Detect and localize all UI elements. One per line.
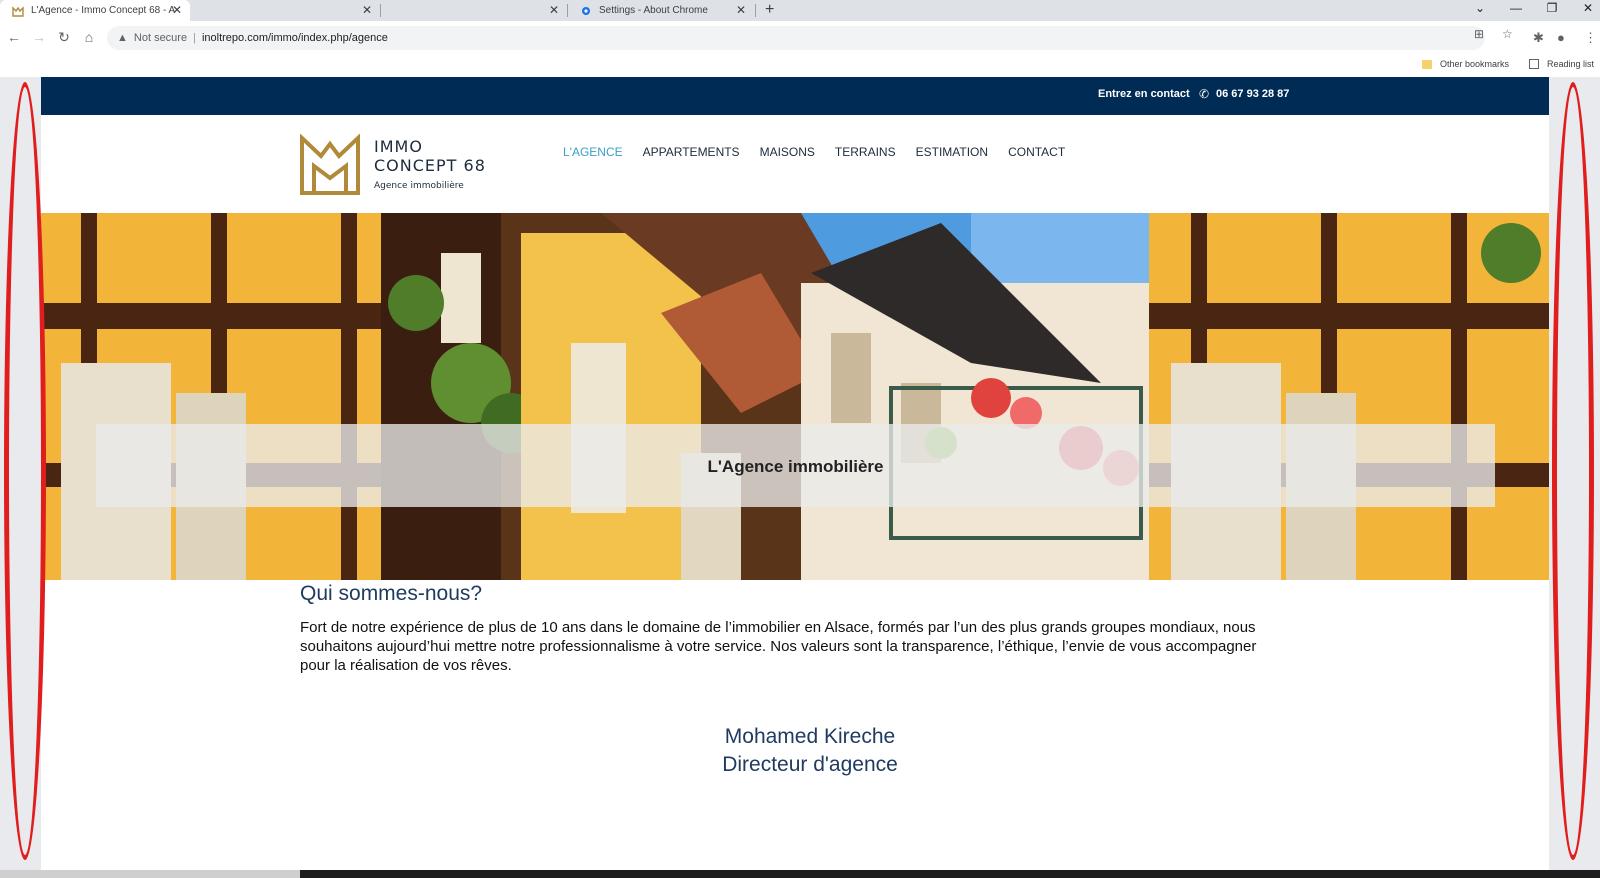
translate-icon[interactable]: ⊞ [1474,27,1484,41]
other-bookmarks[interactable]: Other bookmarks [1422,59,1509,69]
tab-blank-1[interactable]: ✕ [190,0,380,21]
nav-contact[interactable]: CONTACT [1008,145,1065,159]
reading-list-icon [1529,59,1539,69]
menu-icon[interactable]: ⋮ [1584,30,1597,46]
nav-appartements[interactable]: APPARTEMENTS [643,145,740,159]
tab-title: Settings - About Chrome [599,5,708,16]
gear-icon [580,5,592,17]
nav-agence[interactable]: L'AGENCE [563,145,623,159]
nav-maisons[interactable]: MAISONS [760,145,815,159]
reload-icon[interactable]: ↻ [56,29,72,46]
hero-house-image [41,213,1549,580]
address-separator: | [193,32,196,44]
about-title: Qui sommes-nous? [300,582,483,605]
bookmarks-bar: Other bookmarks Reading list [0,55,1600,77]
tab-agence[interactable]: L'Agence - Immo Concept 68 - A ✕ [0,0,190,21]
url-text[interactable]: inoltrepo.com/immo/index.php/agence [202,32,388,44]
site-header: IMMO CONCEPT 68 Agence immobilière L'AGE… [41,115,1549,213]
new-tab-icon[interactable]: + [765,1,774,19]
forward-icon[interactable]: → [31,29,47,45]
site-page: Entrez en contact ✆ 06 67 93 28 87 IMMO … [41,77,1549,870]
tab-search-icon[interactable]: ⌄ [1470,1,1490,15]
tab-divider [755,4,756,17]
os-taskbar [0,870,1600,878]
extensions-icon[interactable]: ✱ [1533,30,1544,46]
minimize-icon[interactable]: — [1506,1,1526,15]
reading-list-label: Reading list [1547,59,1595,69]
logo-text-line2[interactable]: CONCEPT 68 [374,156,486,175]
phone-number[interactable]: 06 67 93 28 87 [1216,88,1289,100]
hero-banner: L'Agence immobilière [41,213,1549,580]
back-icon[interactable]: ← [6,29,22,45]
main-nav: L'AGENCE APPARTEMENTS MAISONS TERRAINS E… [563,145,1085,159]
hero-title: L'Agence immobilière [707,457,884,476]
close-tab-icon[interactable]: ✕ [734,3,748,17]
reading-list[interactable]: Reading list [1529,59,1594,69]
about-text: Fort de notre expérience de plus de 10 a… [300,619,1257,674]
tab-strip: L'Agence - Immo Concept 68 - A ✕ ✕ ✕ Set… [0,0,1600,21]
folder-icon [1422,59,1432,69]
bookmark-star-icon[interactable]: ☆ [1502,27,1513,41]
profile-avatar-icon[interactable]: ● [1557,30,1565,45]
annotation-oval-left [4,82,46,860]
security-label[interactable]: Not secure [134,32,187,44]
tab-settings[interactable]: Settings - About Chrome ✕ [568,0,754,21]
home-icon[interactable]: ⌂ [81,29,97,45]
nav-estimation[interactable]: ESTIMATION [916,145,988,159]
site-favicon-icon [12,5,24,17]
tab-title: L'Agence - Immo Concept 68 - A [31,5,176,16]
logo-crown-icon[interactable] [299,133,361,196]
page-viewport: Entrez en contact ✆ 06 67 93 28 87 IMMO … [0,77,1600,870]
logo-tagline: Agence immobilière [374,181,464,191]
nav-terrains[interactable]: TERRAINS [835,145,896,159]
restore-icon[interactable]: ❐ [1542,1,1562,15]
contact-link[interactable]: Entrez en contact [1098,88,1190,100]
logo-text-line1[interactable]: IMMO [374,137,423,156]
hero-title-band: L'Agence immobilière [96,424,1495,507]
site-topbar: Entrez en contact ✆ 06 67 93 28 87 [41,77,1549,115]
close-tab-icon[interactable]: ✕ [170,3,184,17]
person-role: Directeur d'agence [722,753,898,776]
tab-blank-2[interactable]: ✕ [381,0,567,21]
window-close-icon[interactable]: ✕ [1578,1,1598,15]
person-name: Mohamed Kireche [724,725,896,748]
other-bookmarks-label: Other bookmarks [1440,59,1510,69]
browser-toolbar: ← → ↻ ⌂ ▲ Not secure | inoltrepo.com/imm… [0,21,1600,55]
close-tab-icon[interactable]: ✕ [547,3,561,17]
address-bar[interactable]: ▲ Not secure | inoltrepo.com/immo/index.… [107,26,1485,50]
close-tab-icon[interactable]: ✕ [360,3,374,17]
taskbar-search-area[interactable] [0,870,300,878]
warning-icon[interactable]: ▲ [117,32,128,44]
annotation-oval-right [1552,82,1594,860]
phone-icon: ✆ [1199,87,1210,101]
